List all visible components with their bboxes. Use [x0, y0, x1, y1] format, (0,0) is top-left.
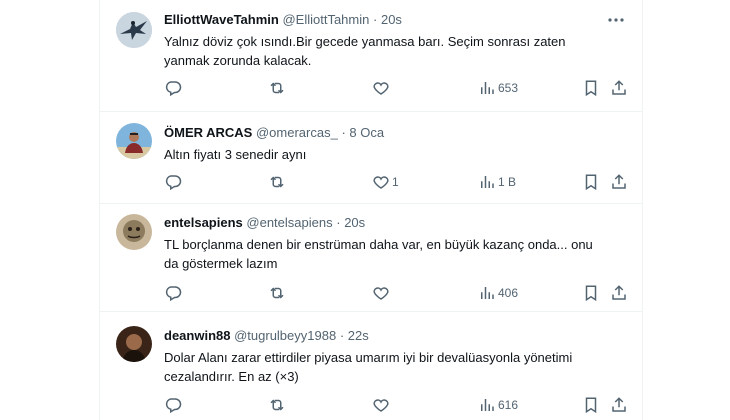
views-button[interactable]: 406 — [478, 283, 518, 303]
tweet[interactable]: ElliottWaveTahmin @ElliottTahmin · 20s Y… — [100, 0, 642, 112]
timestamp[interactable]: 20s — [344, 215, 365, 230]
user-handle[interactable]: @omerarcas_ — [256, 125, 338, 140]
bookmark-button[interactable] — [582, 283, 600, 303]
retweet-icon — [268, 173, 286, 191]
tweet-actions: 653 — [164, 78, 634, 98]
tweet[interactable]: deanwin88 @tugrulbeyy1988 · 22s Dolar Al… — [100, 311, 642, 420]
bookmark-icon — [582, 284, 600, 302]
share-icon — [610, 284, 628, 302]
retweet-icon — [268, 396, 286, 414]
like-button[interactable] — [372, 395, 392, 415]
tweet-actions: 406 — [164, 283, 634, 303]
separator-dot: · — [341, 125, 346, 140]
reply-button[interactable] — [164, 172, 182, 192]
retweet-icon — [268, 284, 286, 302]
reply-icon — [164, 79, 182, 97]
views-count: 653 — [498, 81, 519, 95]
tweet-text: Yalnız döviz çok ısındı.Bir gecede yanma… — [164, 32, 632, 70]
share-icon — [610, 173, 628, 191]
tweet-text-line: cezalandırır. En az (×3) — [164, 369, 299, 384]
like-count: 1 — [392, 175, 399, 189]
bookmark-icon — [582, 79, 600, 97]
tweet-header: ÖMER ARCAS @omerarcas_ · 8 Oca — [164, 123, 632, 143]
reply-icon — [164, 284, 182, 302]
tweet-header: entelsapiens @entelsapiens · 20s — [164, 213, 632, 233]
display-name[interactable]: deanwin88 — [164, 328, 230, 343]
heart-icon — [372, 284, 390, 302]
views-button[interactable]: 1 B — [478, 172, 516, 192]
display-name[interactable]: entelsapiens — [164, 215, 243, 230]
views-button[interactable]: 653 — [478, 78, 518, 98]
tweet-text: TL borçlanma denen bir enstrüman daha va… — [164, 235, 632, 273]
avatar[interactable] — [116, 326, 152, 362]
retweet-icon — [268, 79, 286, 97]
tweet-text-line: yanmak zorunda kalacak. — [164, 53, 312, 68]
retweet-button[interactable] — [268, 78, 286, 98]
retweet-button[interactable] — [268, 283, 286, 303]
display-name[interactable]: ElliottWaveTahmin — [164, 12, 279, 27]
timestamp[interactable]: 22s — [348, 328, 369, 343]
display-name[interactable]: ÖMER ARCAS — [164, 125, 252, 140]
timestamp[interactable]: 8 Oca — [349, 125, 384, 140]
share-button[interactable] — [610, 172, 628, 192]
share-button[interactable] — [610, 78, 628, 98]
avatar[interactable] — [116, 123, 152, 159]
separator-dot: · — [339, 328, 345, 343]
retweet-button[interactable] — [268, 395, 286, 415]
user-handle[interactable]: @tugrulbeyy1988 — [234, 328, 336, 343]
views-count: 616 — [498, 398, 519, 412]
bookmark-icon — [582, 396, 600, 414]
reply-button[interactable] — [164, 283, 182, 303]
share-button[interactable] — [610, 395, 628, 415]
bookmark-button[interactable] — [582, 395, 600, 415]
heart-icon — [372, 396, 390, 414]
views-count: 406 — [498, 286, 519, 300]
tweet-text: Dolar Alanı zarar ettirdiler piyasa umar… — [164, 348, 632, 386]
like-button[interactable] — [372, 283, 392, 303]
views-icon — [478, 79, 496, 97]
tweet-text-line: Dolar Alanı zarar ettirdiler piyasa umar… — [164, 350, 573, 365]
heart-icon — [372, 173, 390, 191]
views-button[interactable]: 616 — [478, 395, 518, 415]
timestamp[interactable]: 20s — [381, 12, 402, 27]
views-count: 1 B — [498, 175, 517, 189]
reply-button[interactable] — [164, 395, 182, 415]
user-handle[interactable]: @entelsapiens — [246, 215, 332, 230]
avatar[interactable] — [116, 214, 152, 250]
views-icon — [478, 173, 496, 191]
heart-icon — [372, 79, 390, 97]
views-icon — [478, 284, 496, 302]
tweet[interactable]: entelsapiens @entelsapiens · 20s TL borç… — [100, 203, 642, 312]
retweet-button[interactable] — [268, 172, 286, 192]
tweet-text-line: Altın fiyatı 3 senedir aynı — [164, 147, 307, 162]
share-icon — [610, 396, 628, 414]
tweet[interactable]: ÖMER ARCAS @omerarcas_ · 8 Oca Altın fiy… — [100, 111, 642, 204]
timeline-feed: ElliottWaveTahmin @ElliottTahmin · 20s Y… — [99, 0, 643, 420]
tweet-actions: 1 1 B — [164, 172, 634, 192]
share-icon — [610, 79, 628, 97]
bookmark-button[interactable] — [582, 78, 600, 98]
reply-icon — [164, 173, 182, 191]
share-button[interactable] — [610, 283, 628, 303]
user-handle[interactable]: @ElliottTahmin — [282, 12, 369, 27]
tweet-header: ElliottWaveTahmin @ElliottTahmin · 20s — [164, 10, 632, 30]
more-icon[interactable] — [606, 10, 626, 30]
tweet-text-line: TL borçlanma denen bir enstrüman daha va… — [164, 237, 593, 252]
separator-dot: · — [336, 215, 341, 230]
reply-button[interactable] — [164, 78, 182, 98]
avatar[interactable] — [116, 12, 152, 48]
tweet-text: Altın fiyatı 3 senedir aynı — [164, 145, 632, 164]
views-icon — [478, 396, 496, 414]
like-button[interactable]: 1 — [372, 172, 399, 192]
separator-dot: · — [373, 12, 378, 27]
tweet-actions: 616 — [164, 395, 634, 415]
reply-icon — [164, 396, 182, 414]
bookmark-button[interactable] — [582, 172, 600, 192]
bookmark-icon — [582, 173, 600, 191]
tweet-header: deanwin88 @tugrulbeyy1988 · 22s — [164, 326, 632, 346]
tweet-text-line: Yalnız döviz çok ısındı.Bir gecede yanma… — [164, 34, 566, 49]
tweet-text-line: da göstermek lazım — [164, 256, 278, 271]
like-button[interactable] — [372, 78, 392, 98]
